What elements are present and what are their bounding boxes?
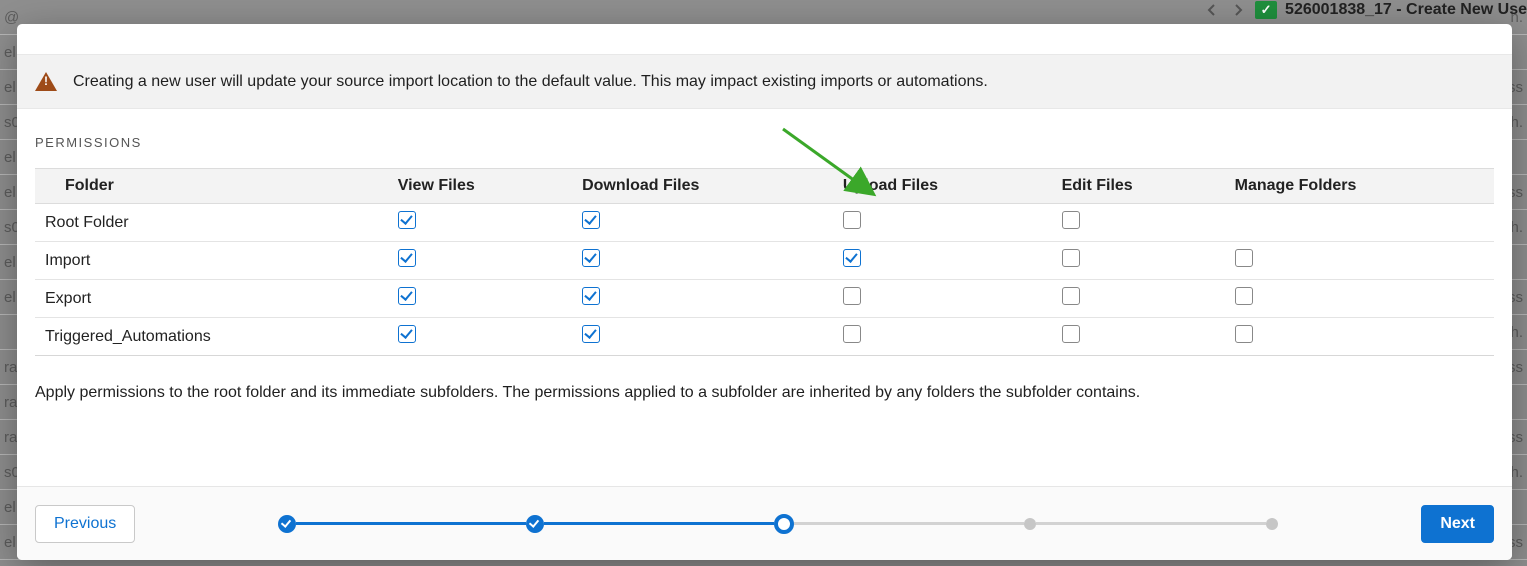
checkbox-view[interactable] [398, 287, 416, 305]
success-check-icon: ✓ [1255, 1, 1277, 19]
wizard-step-segment [794, 522, 1024, 525]
checkbox-upload[interactable] [843, 287, 861, 305]
back-icon [1203, 1, 1221, 19]
forward-icon [1229, 1, 1247, 19]
helper-text: Apply permissions to the root folder and… [35, 384, 1494, 402]
wizard-step[interactable] [774, 514, 794, 534]
table-row: Export [35, 280, 1494, 318]
permissions-section: PERMISSIONS Folder View Files Download F… [17, 109, 1512, 486]
wizard-stepper [135, 514, 1421, 534]
checkbox-manage[interactable] [1235, 325, 1253, 343]
warning-banner: Creating a new user will update your sou… [17, 54, 1512, 109]
previous-button[interactable]: Previous [35, 505, 135, 543]
wizard-step[interactable] [1266, 518, 1278, 530]
wizard-step-segment [544, 522, 774, 525]
section-label: PERMISSIONS [35, 135, 1494, 150]
checkbox-edit[interactable] [1062, 287, 1080, 305]
checkbox-upload[interactable] [843, 211, 861, 229]
col-download-files: Download Files [572, 169, 833, 204]
wizard-step[interactable] [1024, 518, 1036, 530]
checkbox-manage[interactable] [1235, 287, 1253, 305]
col-view-files: View Files [388, 169, 572, 204]
table-header-row: Folder View Files Download Files Upload … [35, 169, 1494, 204]
folder-name: Root Folder [35, 204, 388, 242]
folder-name: Import [35, 242, 388, 280]
checkbox-manage[interactable] [1235, 249, 1253, 267]
checkbox-download[interactable] [582, 249, 600, 267]
wizard-step-segment [296, 522, 526, 525]
table-row: Root Folder [35, 204, 1494, 242]
checkbox-upload[interactable] [843, 325, 861, 343]
permissions-table: Folder View Files Download Files Upload … [35, 168, 1494, 356]
col-folder: Folder [35, 169, 388, 204]
checkbox-edit[interactable] [1062, 211, 1080, 229]
warning-text: Creating a new user will update your sou… [73, 73, 988, 91]
folder-name: Triggered_Automations [35, 318, 388, 356]
warning-icon [35, 72, 57, 91]
checkbox-view[interactable] [398, 249, 416, 267]
create-user-modal: Creating a new user will update your sou… [17, 24, 1512, 560]
next-button[interactable]: Next [1421, 505, 1494, 543]
col-manage-folders: Manage Folders [1225, 169, 1494, 204]
table-row: Triggered_Automations [35, 318, 1494, 356]
checkbox-view[interactable] [398, 325, 416, 343]
col-upload-files: Upload Files [833, 169, 1052, 204]
wizard-step[interactable] [526, 515, 544, 533]
checkbox-download[interactable] [582, 325, 600, 343]
col-edit-files: Edit Files [1052, 169, 1225, 204]
checkbox-view[interactable] [398, 211, 416, 229]
checkbox-edit[interactable] [1062, 249, 1080, 267]
checkbox-upload[interactable] [843, 249, 861, 267]
wizard-step[interactable] [278, 515, 296, 533]
table-row: Import [35, 242, 1494, 280]
folder-name: Export [35, 280, 388, 318]
checkbox-download[interactable] [582, 211, 600, 229]
wizard-step-segment [1036, 522, 1266, 525]
checkbox-edit[interactable] [1062, 325, 1080, 343]
background-page-title: 526001838_17 - Create New Use [1285, 1, 1527, 19]
checkbox-download[interactable] [582, 287, 600, 305]
wizard-footer: Previous Next [17, 486, 1512, 560]
background-top-bar: ✓ 526001838_17 - Create New Use [1203, 0, 1527, 20]
